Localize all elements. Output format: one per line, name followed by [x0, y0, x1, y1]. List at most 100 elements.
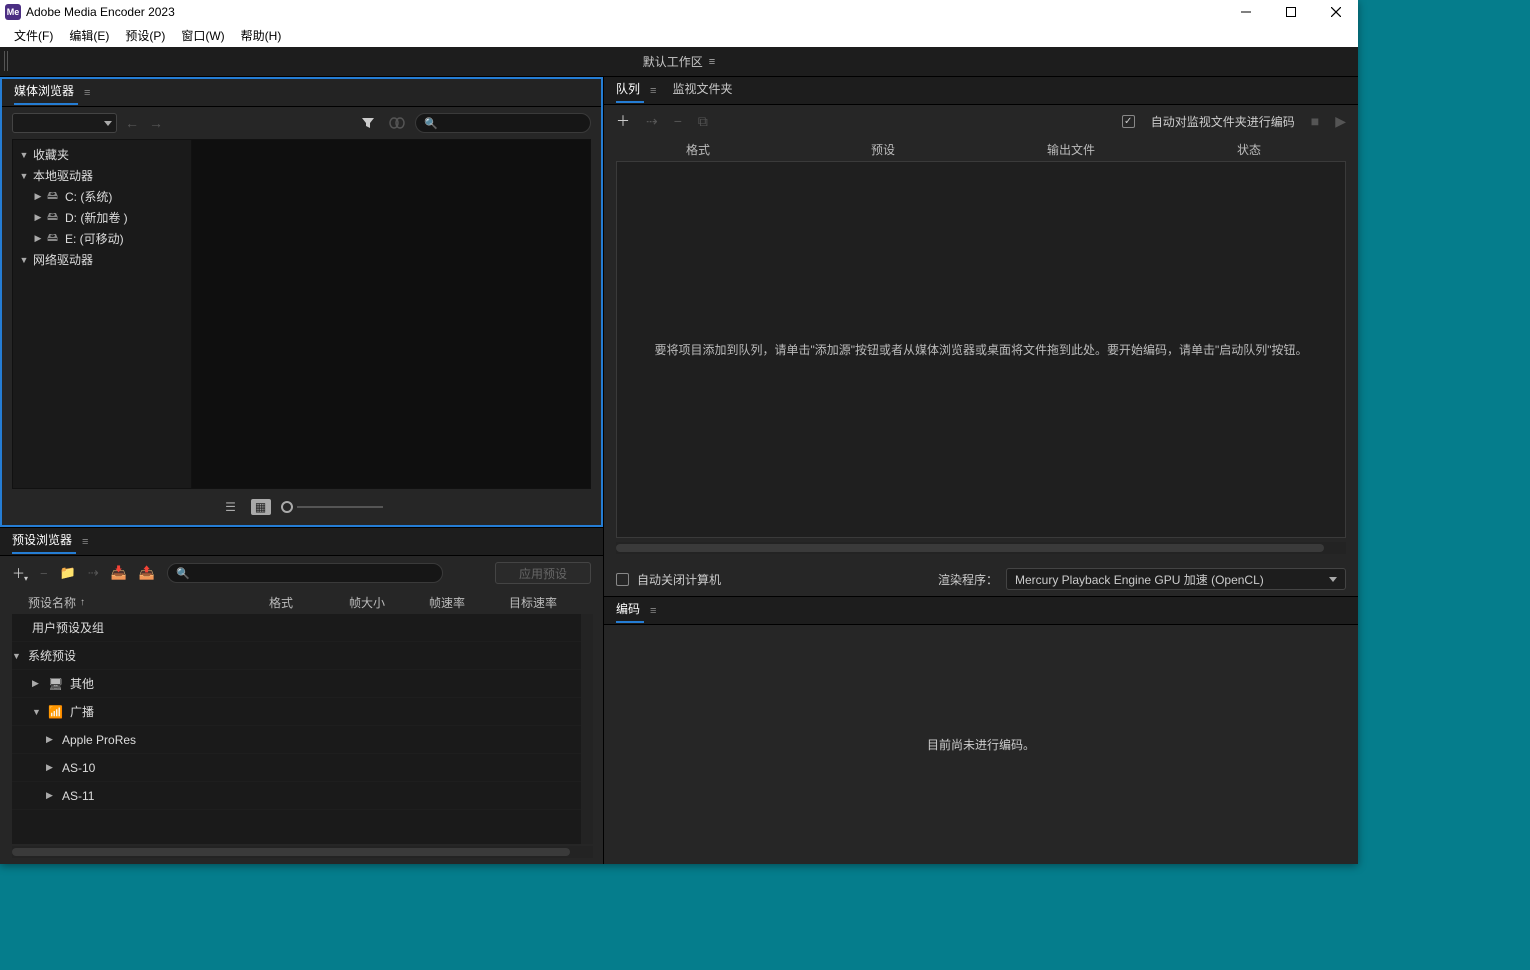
queue-drop-area[interactable]: 要将项目添加到队列，请单击"添加源"按钮或者从媒体浏览器或桌面将文件拖到此处。要…: [616, 161, 1346, 538]
path-dropdown[interactable]: [12, 113, 117, 133]
remove-button[interactable]: −: [674, 113, 682, 129]
tree-local-drives[interactable]: 本地驱动器: [33, 167, 93, 184]
maximize-button[interactable]: [1268, 0, 1313, 24]
chevron-down-icon: [104, 121, 112, 126]
remove-preset-button[interactable]: −: [40, 566, 48, 581]
col-preset[interactable]: 预设: [778, 141, 988, 158]
device-icon: 🖥: [48, 677, 64, 691]
new-group-button[interactable]: 📁: [60, 565, 76, 581]
export-preset-button[interactable]: 📤: [139, 565, 155, 581]
search-icon: 🔍: [176, 567, 190, 580]
renderer-label: 渲染程序：: [938, 571, 998, 588]
filter-icon[interactable]: [357, 116, 379, 130]
duplicate-button[interactable]: ⧉: [698, 113, 708, 130]
col-format[interactable]: 格式: [618, 141, 778, 158]
preset-browser-panel: 预设浏览器 ≡ ＋▾ − 📁 ⇢ 📥 📤 🔍: [0, 527, 603, 864]
list-view-button[interactable]: ☰: [221, 499, 241, 515]
import-preset-button[interactable]: 📥: [111, 565, 127, 581]
queue-hscrollbar[interactable]: [616, 542, 1346, 554]
media-tree[interactable]: ▼收藏夹 ▼本地驱动器 ▶🖴C: (系统) ▶🖴D: (新加卷 ) ▶🖴E: (…: [13, 140, 191, 488]
preset-broadcast[interactable]: 广播: [70, 703, 94, 720]
tree-drive-d[interactable]: D: (新加卷 ): [65, 209, 128, 226]
tab-media-browser[interactable]: 媒体浏览器: [14, 82, 78, 104]
preset-as11[interactable]: AS-11: [62, 789, 94, 803]
menu-help[interactable]: 帮助(H): [233, 25, 290, 46]
tab-watch-folders[interactable]: 监视文件夹: [672, 80, 736, 102]
preset-other[interactable]: 其他: [70, 675, 94, 692]
preset-hscrollbar[interactable]: [12, 846, 593, 858]
col-target[interactable]: 目标速率: [509, 594, 589, 611]
col-status[interactable]: 状态: [1154, 141, 1344, 158]
preset-system[interactable]: 系统预设: [28, 647, 76, 664]
preset-prores[interactable]: Apple ProRes: [62, 733, 136, 747]
auto-encode-checkbox[interactable]: [1122, 115, 1135, 128]
menu-file[interactable]: 文件(F): [6, 25, 61, 46]
chevron-down-icon: [1329, 577, 1337, 582]
renderer-dropdown[interactable]: Mercury Playback Engine GPU 加速 (OpenCL): [1006, 568, 1346, 590]
apply-preset-button[interactable]: 应用预设: [495, 562, 591, 584]
zoom-slider[interactable]: [281, 501, 383, 513]
workspace-label[interactable]: 默认工作区: [643, 53, 703, 70]
tab-encode[interactable]: 编码: [616, 600, 644, 622]
start-queue-button[interactable]: ▶: [1335, 113, 1346, 130]
encode-status: 目前尚未进行编码。: [927, 736, 1035, 753]
broadcast-icon: 📶: [48, 705, 64, 719]
drive-icon: 🖴: [47, 229, 61, 248]
ingest-icon[interactable]: [385, 117, 409, 129]
tab-queue[interactable]: 队列: [616, 80, 644, 102]
col-preset-name[interactable]: 预设名称: [28, 594, 76, 611]
auto-encode-label: 自动对监视文件夹进行编码: [1151, 113, 1295, 130]
thumb-view-button[interactable]: ▦: [251, 499, 271, 515]
titlebar: Me Adobe Media Encoder 2023: [0, 0, 1358, 24]
col-framerate[interactable]: 帧速率: [429, 594, 509, 611]
col-framesize[interactable]: 帧大小: [349, 594, 429, 611]
nav-back-icon[interactable]: ←: [123, 115, 141, 131]
tree-drive-e[interactable]: E: (可移动): [65, 230, 124, 247]
grip-icon: [4, 51, 10, 71]
preset-column-headers: 预设名称 ↑ 格式 帧大小 帧速率 目标速率: [0, 590, 603, 614]
menu-window[interactable]: 窗口(W): [173, 25, 232, 46]
zoom-knob-icon: [281, 501, 293, 513]
auto-shutdown-checkbox[interactable]: [616, 573, 629, 586]
preset-list[interactable]: 用户预设及组 ▼系统预设 ▶🖥其他 ▼📶广播 ▶Apple ProRes ▶AS…: [12, 614, 593, 844]
tree-favorites[interactable]: 收藏夹: [33, 146, 69, 163]
drive-icon: 🖴: [47, 187, 61, 206]
queue-column-headers: 格式 预设 输出文件 状态: [604, 137, 1358, 161]
tree-drive-c[interactable]: C: (系统): [65, 188, 112, 205]
add-output-button[interactable]: ⇢: [646, 113, 658, 130]
add-source-button[interactable]: ＋: [616, 111, 630, 131]
stop-queue-button[interactable]: ■: [1311, 113, 1319, 129]
workspace-bar: 默认工作区 ≡: [0, 47, 1358, 77]
workspace-menu-icon[interactable]: ≡: [709, 56, 715, 68]
tree-network-drives[interactable]: 网络驱动器: [33, 251, 93, 268]
auto-shutdown-label: 自动关闭计算机: [637, 571, 721, 588]
tab-preset-browser[interactable]: 预设浏览器: [12, 531, 76, 553]
preset-as10[interactable]: AS-10: [62, 761, 95, 775]
window-title: Adobe Media Encoder 2023: [26, 5, 1223, 19]
drive-icon: 🖴: [47, 208, 61, 227]
minimize-button[interactable]: [1223, 0, 1268, 24]
preset-user-group[interactable]: 用户预设及组: [32, 619, 104, 636]
menubar: 文件(F) 编辑(E) 预设(P) 窗口(W) 帮助(H): [0, 24, 1358, 47]
col-output[interactable]: 输出文件: [988, 141, 1154, 158]
media-search-input[interactable]: 🔍: [415, 113, 591, 133]
nav-forward-icon[interactable]: →: [147, 115, 165, 131]
queue-panel: 队列 ≡ 监视文件夹 ＋ ⇢ − ⧉ 自动对监视文件夹进行编码 ■ ▶: [604, 77, 1358, 596]
app-window: Me Adobe Media Encoder 2023 文件(F) 编辑(E) …: [0, 0, 1358, 864]
menu-preset[interactable]: 预设(P): [117, 25, 173, 46]
encode-panel: 编码 ≡ 目前尚未进行编码。: [604, 596, 1358, 864]
preset-search-input[interactable]: 🔍: [167, 563, 443, 583]
queue-drop-hint: 要将项目添加到队列，请单击"添加源"按钮或者从媒体浏览器或桌面将文件拖到此处。要…: [654, 341, 1307, 358]
app-icon: Me: [5, 4, 21, 20]
sort-asc-icon: ↑: [80, 597, 85, 608]
preset-settings-button[interactable]: ⇢: [88, 565, 99, 581]
panel-menu-icon[interactable]: ≡: [650, 85, 656, 97]
search-icon: 🔍: [424, 117, 438, 130]
close-button[interactable]: [1313, 0, 1358, 24]
add-preset-button[interactable]: ＋▾: [12, 563, 28, 584]
menu-edit[interactable]: 编辑(E): [61, 25, 117, 46]
panel-menu-icon[interactable]: ≡: [650, 605, 656, 617]
col-format[interactable]: 格式: [269, 594, 349, 611]
panel-menu-icon[interactable]: ≡: [82, 536, 88, 548]
panel-menu-icon[interactable]: ≡: [84, 87, 90, 99]
